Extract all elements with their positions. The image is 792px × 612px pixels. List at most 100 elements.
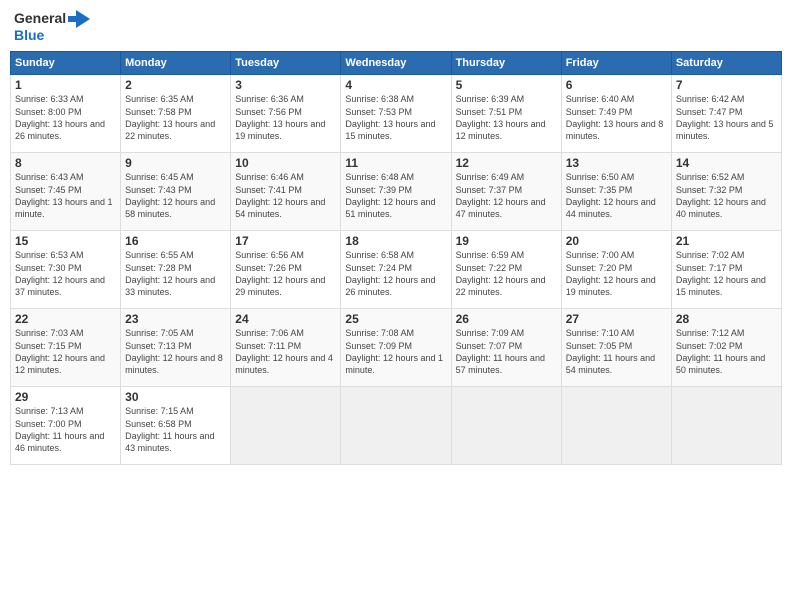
day-cell: 3Sunrise: 6:36 AMSunset: 7:56 PMDaylight… bbox=[231, 75, 341, 153]
day-cell: 6Sunrise: 6:40 AMSunset: 7:49 PMDaylight… bbox=[561, 75, 671, 153]
day-info: Sunrise: 6:53 AMSunset: 7:30 PMDaylight:… bbox=[15, 249, 116, 298]
week-row-2: 15Sunrise: 6:53 AMSunset: 7:30 PMDayligh… bbox=[11, 231, 782, 309]
day-cell: 4Sunrise: 6:38 AMSunset: 7:53 PMDaylight… bbox=[341, 75, 451, 153]
day-number: 15 bbox=[15, 234, 116, 248]
day-info: Sunrise: 6:43 AMSunset: 7:45 PMDaylight:… bbox=[15, 171, 116, 220]
day-cell bbox=[231, 387, 341, 465]
day-number: 26 bbox=[456, 312, 557, 326]
logo-general-text: General bbox=[14, 11, 66, 26]
day-number: 5 bbox=[456, 78, 557, 92]
day-cell: 16Sunrise: 6:55 AMSunset: 7:28 PMDayligh… bbox=[121, 231, 231, 309]
day-cell: 24Sunrise: 7:06 AMSunset: 7:11 PMDayligh… bbox=[231, 309, 341, 387]
day-number: 24 bbox=[235, 312, 336, 326]
day-number: 4 bbox=[345, 78, 446, 92]
page-header: General Blue bbox=[10, 10, 782, 43]
day-cell: 14Sunrise: 6:52 AMSunset: 7:32 PMDayligh… bbox=[671, 153, 781, 231]
day-cell: 27Sunrise: 7:10 AMSunset: 7:05 PMDayligh… bbox=[561, 309, 671, 387]
week-row-4: 29Sunrise: 7:13 AMSunset: 7:00 PMDayligh… bbox=[11, 387, 782, 465]
col-header-tuesday: Tuesday bbox=[231, 52, 341, 75]
day-info: Sunrise: 6:56 AMSunset: 7:26 PMDaylight:… bbox=[235, 249, 336, 298]
day-number: 2 bbox=[125, 78, 226, 92]
day-cell: 23Sunrise: 7:05 AMSunset: 7:13 PMDayligh… bbox=[121, 309, 231, 387]
day-info: Sunrise: 6:45 AMSunset: 7:43 PMDaylight:… bbox=[125, 171, 226, 220]
col-header-monday: Monday bbox=[121, 52, 231, 75]
day-cell: 9Sunrise: 6:45 AMSunset: 7:43 PMDaylight… bbox=[121, 153, 231, 231]
calendar-table: SundayMondayTuesdayWednesdayThursdayFrid… bbox=[10, 51, 782, 465]
day-cell: 17Sunrise: 6:56 AMSunset: 7:26 PMDayligh… bbox=[231, 231, 341, 309]
day-cell bbox=[561, 387, 671, 465]
day-cell: 13Sunrise: 6:50 AMSunset: 7:35 PMDayligh… bbox=[561, 153, 671, 231]
day-info: Sunrise: 7:05 AMSunset: 7:13 PMDaylight:… bbox=[125, 327, 226, 376]
day-cell bbox=[451, 387, 561, 465]
day-number: 8 bbox=[15, 156, 116, 170]
day-number: 11 bbox=[345, 156, 446, 170]
day-info: Sunrise: 6:58 AMSunset: 7:24 PMDaylight:… bbox=[345, 249, 446, 298]
day-cell bbox=[341, 387, 451, 465]
day-number: 19 bbox=[456, 234, 557, 248]
day-info: Sunrise: 7:00 AMSunset: 7:20 PMDaylight:… bbox=[566, 249, 667, 298]
day-cell: 28Sunrise: 7:12 AMSunset: 7:02 PMDayligh… bbox=[671, 309, 781, 387]
day-info: Sunrise: 6:35 AMSunset: 7:58 PMDaylight:… bbox=[125, 93, 226, 142]
day-cell: 2Sunrise: 6:35 AMSunset: 7:58 PMDaylight… bbox=[121, 75, 231, 153]
day-number: 21 bbox=[676, 234, 777, 248]
day-info: Sunrise: 6:42 AMSunset: 7:47 PMDaylight:… bbox=[676, 93, 777, 142]
day-cell: 19Sunrise: 6:59 AMSunset: 7:22 PMDayligh… bbox=[451, 231, 561, 309]
day-number: 17 bbox=[235, 234, 336, 248]
day-number: 20 bbox=[566, 234, 667, 248]
header-row: SundayMondayTuesdayWednesdayThursdayFrid… bbox=[11, 52, 782, 75]
day-number: 25 bbox=[345, 312, 446, 326]
day-info: Sunrise: 6:38 AMSunset: 7:53 PMDaylight:… bbox=[345, 93, 446, 142]
day-info: Sunrise: 7:12 AMSunset: 7:02 PMDaylight:… bbox=[676, 327, 777, 376]
day-number: 30 bbox=[125, 390, 226, 404]
week-row-3: 22Sunrise: 7:03 AMSunset: 7:15 PMDayligh… bbox=[11, 309, 782, 387]
day-number: 13 bbox=[566, 156, 667, 170]
day-cell: 7Sunrise: 6:42 AMSunset: 7:47 PMDaylight… bbox=[671, 75, 781, 153]
day-info: Sunrise: 6:55 AMSunset: 7:28 PMDaylight:… bbox=[125, 249, 226, 298]
day-info: Sunrise: 6:39 AMSunset: 7:51 PMDaylight:… bbox=[456, 93, 557, 142]
day-number: 28 bbox=[676, 312, 777, 326]
day-cell: 15Sunrise: 6:53 AMSunset: 7:30 PMDayligh… bbox=[11, 231, 121, 309]
day-number: 6 bbox=[566, 78, 667, 92]
day-number: 16 bbox=[125, 234, 226, 248]
day-number: 14 bbox=[676, 156, 777, 170]
day-cell: 10Sunrise: 6:46 AMSunset: 7:41 PMDayligh… bbox=[231, 153, 341, 231]
day-cell: 29Sunrise: 7:13 AMSunset: 7:00 PMDayligh… bbox=[11, 387, 121, 465]
day-info: Sunrise: 6:59 AMSunset: 7:22 PMDaylight:… bbox=[456, 249, 557, 298]
day-info: Sunrise: 7:13 AMSunset: 7:00 PMDaylight:… bbox=[15, 405, 116, 454]
week-row-1: 8Sunrise: 6:43 AMSunset: 7:45 PMDaylight… bbox=[11, 153, 782, 231]
week-row-0: 1Sunrise: 6:33 AMSunset: 8:00 PMDaylight… bbox=[11, 75, 782, 153]
col-header-friday: Friday bbox=[561, 52, 671, 75]
day-number: 7 bbox=[676, 78, 777, 92]
day-cell: 25Sunrise: 7:08 AMSunset: 7:09 PMDayligh… bbox=[341, 309, 451, 387]
day-info: Sunrise: 6:49 AMSunset: 7:37 PMDaylight:… bbox=[456, 171, 557, 220]
logo-blue-text: Blue bbox=[14, 28, 90, 43]
day-cell bbox=[671, 387, 781, 465]
logo: General Blue bbox=[14, 10, 90, 43]
logo-arrow-icon bbox=[68, 10, 90, 28]
day-number: 22 bbox=[15, 312, 116, 326]
day-number: 10 bbox=[235, 156, 336, 170]
day-info: Sunrise: 7:15 AMSunset: 6:58 PMDaylight:… bbox=[125, 405, 226, 454]
day-number: 3 bbox=[235, 78, 336, 92]
day-number: 12 bbox=[456, 156, 557, 170]
day-cell: 30Sunrise: 7:15 AMSunset: 6:58 PMDayligh… bbox=[121, 387, 231, 465]
day-info: Sunrise: 6:48 AMSunset: 7:39 PMDaylight:… bbox=[345, 171, 446, 220]
day-number: 18 bbox=[345, 234, 446, 248]
day-number: 29 bbox=[15, 390, 116, 404]
day-cell: 26Sunrise: 7:09 AMSunset: 7:07 PMDayligh… bbox=[451, 309, 561, 387]
col-header-thursday: Thursday bbox=[451, 52, 561, 75]
day-info: Sunrise: 6:46 AMSunset: 7:41 PMDaylight:… bbox=[235, 171, 336, 220]
day-cell: 1Sunrise: 6:33 AMSunset: 8:00 PMDaylight… bbox=[11, 75, 121, 153]
col-header-sunday: Sunday bbox=[11, 52, 121, 75]
day-info: Sunrise: 7:08 AMSunset: 7:09 PMDaylight:… bbox=[345, 327, 446, 376]
day-info: Sunrise: 6:50 AMSunset: 7:35 PMDaylight:… bbox=[566, 171, 667, 220]
day-info: Sunrise: 7:02 AMSunset: 7:17 PMDaylight:… bbox=[676, 249, 777, 298]
day-info: Sunrise: 7:09 AMSunset: 7:07 PMDaylight:… bbox=[456, 327, 557, 376]
day-cell: 20Sunrise: 7:00 AMSunset: 7:20 PMDayligh… bbox=[561, 231, 671, 309]
day-cell: 8Sunrise: 6:43 AMSunset: 7:45 PMDaylight… bbox=[11, 153, 121, 231]
day-info: Sunrise: 7:10 AMSunset: 7:05 PMDaylight:… bbox=[566, 327, 667, 376]
col-header-wednesday: Wednesday bbox=[341, 52, 451, 75]
col-header-saturday: Saturday bbox=[671, 52, 781, 75]
day-cell: 21Sunrise: 7:02 AMSunset: 7:17 PMDayligh… bbox=[671, 231, 781, 309]
day-cell: 12Sunrise: 6:49 AMSunset: 7:37 PMDayligh… bbox=[451, 153, 561, 231]
